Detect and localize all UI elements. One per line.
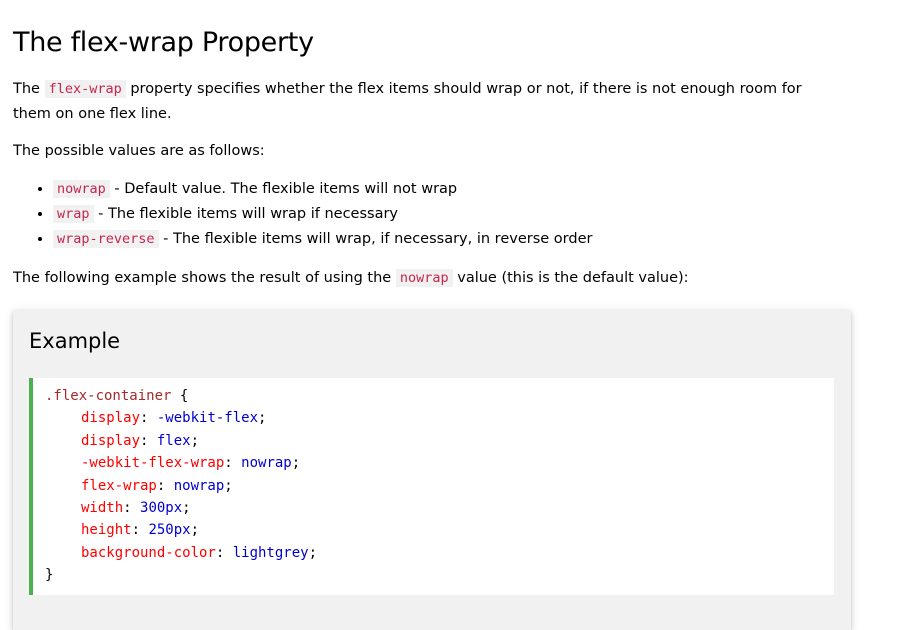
open-brace: { [171, 388, 189, 404]
possible-values-paragraph: The possible values are as follows: [13, 143, 265, 159]
css-value: 250px [148, 522, 191, 539]
following-prefix: The following example shows the result o… [13, 270, 396, 286]
inline-code-value: nowrap [53, 180, 110, 198]
css-property: width [81, 500, 124, 517]
example-box: Example .flex-container { display: -webk… [13, 310, 851, 630]
intro-paragraph: The flex-wrap property specifies whether… [13, 77, 843, 127]
page-title: The flex-wrap Property [13, 27, 314, 58]
close-brace: } [45, 567, 54, 584]
css-value: nowrap [241, 455, 292, 472]
css-property: flex-wrap [81, 477, 157, 494]
css-selector: .flex-container [45, 388, 172, 404]
css-property: -webkit-flex-wrap [81, 455, 225, 472]
css-value: lightgrey [232, 544, 309, 561]
inline-code-value: wrap [53, 205, 94, 223]
value-description: - The flexible items will wrap if necess… [93, 206, 398, 222]
css-property: display [81, 410, 141, 427]
inline-code-flex-wrap: flex-wrap [44, 80, 126, 98]
value-description: - The flexible items will wrap, if neces… [158, 231, 593, 247]
example-heading: Example [29, 329, 121, 353]
code-block[interactable]: .flex-container { display: -webkit-flex;… [29, 378, 834, 595]
css-value: flex [156, 432, 191, 449]
values-list: nowrap - Default value. The flexible ite… [13, 177, 592, 252]
list-item: wrap-reverse - The flexible items will w… [53, 227, 592, 252]
css-value: 300px [140, 500, 183, 517]
following-example-paragraph: The following example shows the result o… [13, 266, 689, 291]
css-value: -webkit-flex [156, 410, 259, 427]
css-value: nowrap [173, 477, 225, 494]
value-description: - Default value. The flexible items will… [109, 181, 458, 197]
list-item: wrap - The flexible items will wrap if n… [53, 202, 592, 227]
intro-prefix: The [13, 81, 45, 97]
inline-code-nowrap: nowrap [395, 269, 453, 287]
list-item: nowrap - Default value. The flexible ite… [53, 177, 592, 202]
inline-code-value: wrap-reverse [53, 230, 159, 248]
css-property: height [81, 522, 132, 539]
following-suffix: value (this is the default value): [452, 270, 689, 286]
css-property: background-color [81, 544, 216, 561]
intro-suffix: property specifies whether the flex item… [13, 81, 802, 122]
css-property: display [81, 432, 141, 449]
